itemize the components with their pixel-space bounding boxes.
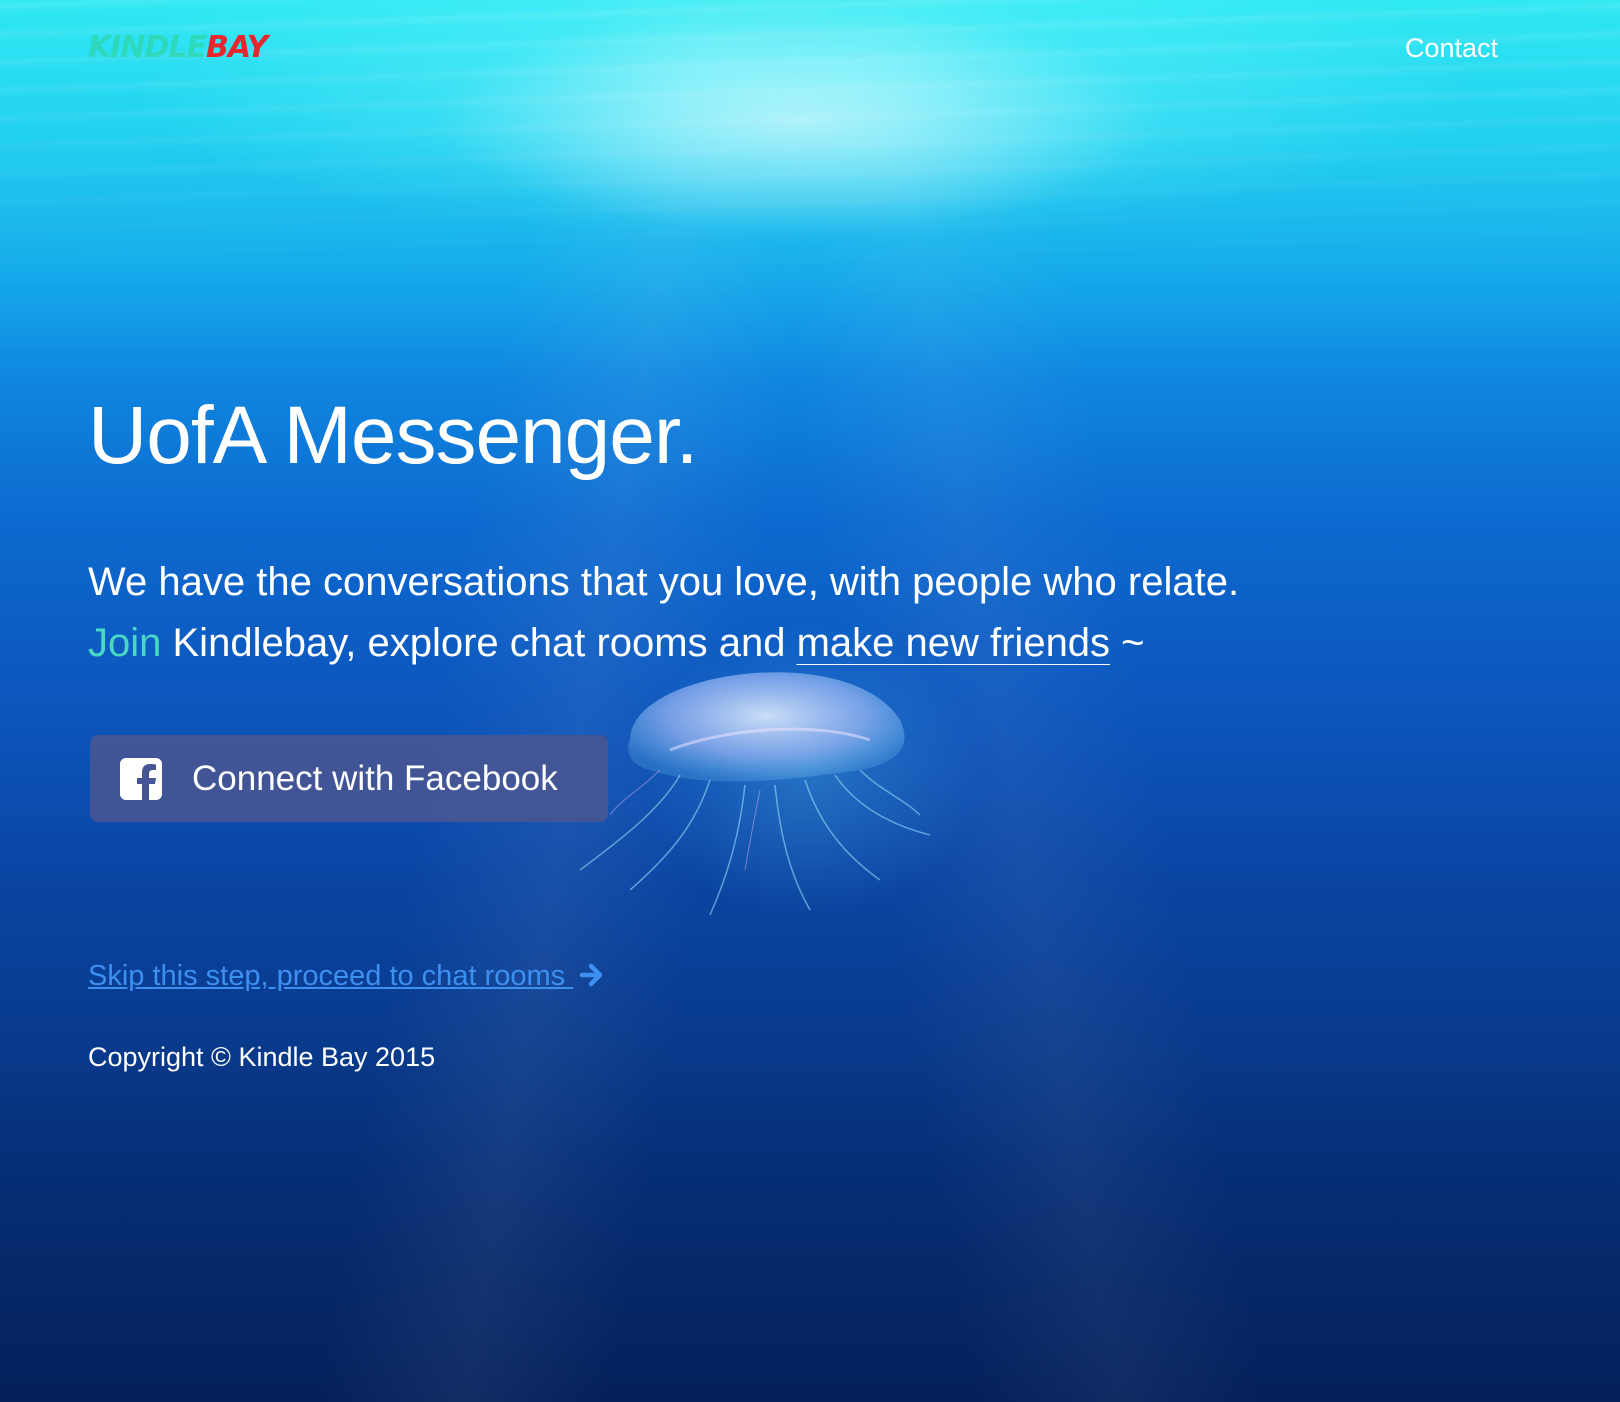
logo-bay-text: BAY (206, 30, 268, 65)
nav-contact-link[interactable]: Contact (1405, 30, 1498, 66)
connect-facebook-button[interactable]: Connect with Facebook (90, 735, 608, 822)
tagline-join: Join (88, 621, 162, 665)
light-rays (0, 0, 1620, 1402)
tagline-middle: Kindlebay, explore chat rooms and (161, 621, 797, 665)
tagline: We have the conversations that you love,… (88, 552, 1538, 674)
arrow-right-icon (579, 963, 603, 987)
copyright-text: Copyright © Kindle Bay 2015 (88, 1042, 436, 1072)
jellyfish-image (579, 672, 931, 916)
kindlebay-logo[interactable]: KINDLEBAY (88, 30, 268, 66)
tagline-end: ~ (1110, 621, 1145, 665)
skip-to-chat-rooms-link[interactable]: Skip this step, proceed to chat rooms (88, 958, 605, 994)
connect-facebook-label: Connect with Facebook (192, 759, 558, 798)
tagline-friends: make new friends (796, 621, 1111, 665)
facebook-square-icon (120, 758, 162, 800)
tagline-line1: We have the conversations that you love,… (88, 560, 1240, 604)
page-title: UofA Messenger. (88, 390, 698, 481)
skip-link-label: Skip this step, proceed to chat rooms (88, 960, 566, 992)
logo-kindle-text: KINDLE (88, 30, 207, 65)
